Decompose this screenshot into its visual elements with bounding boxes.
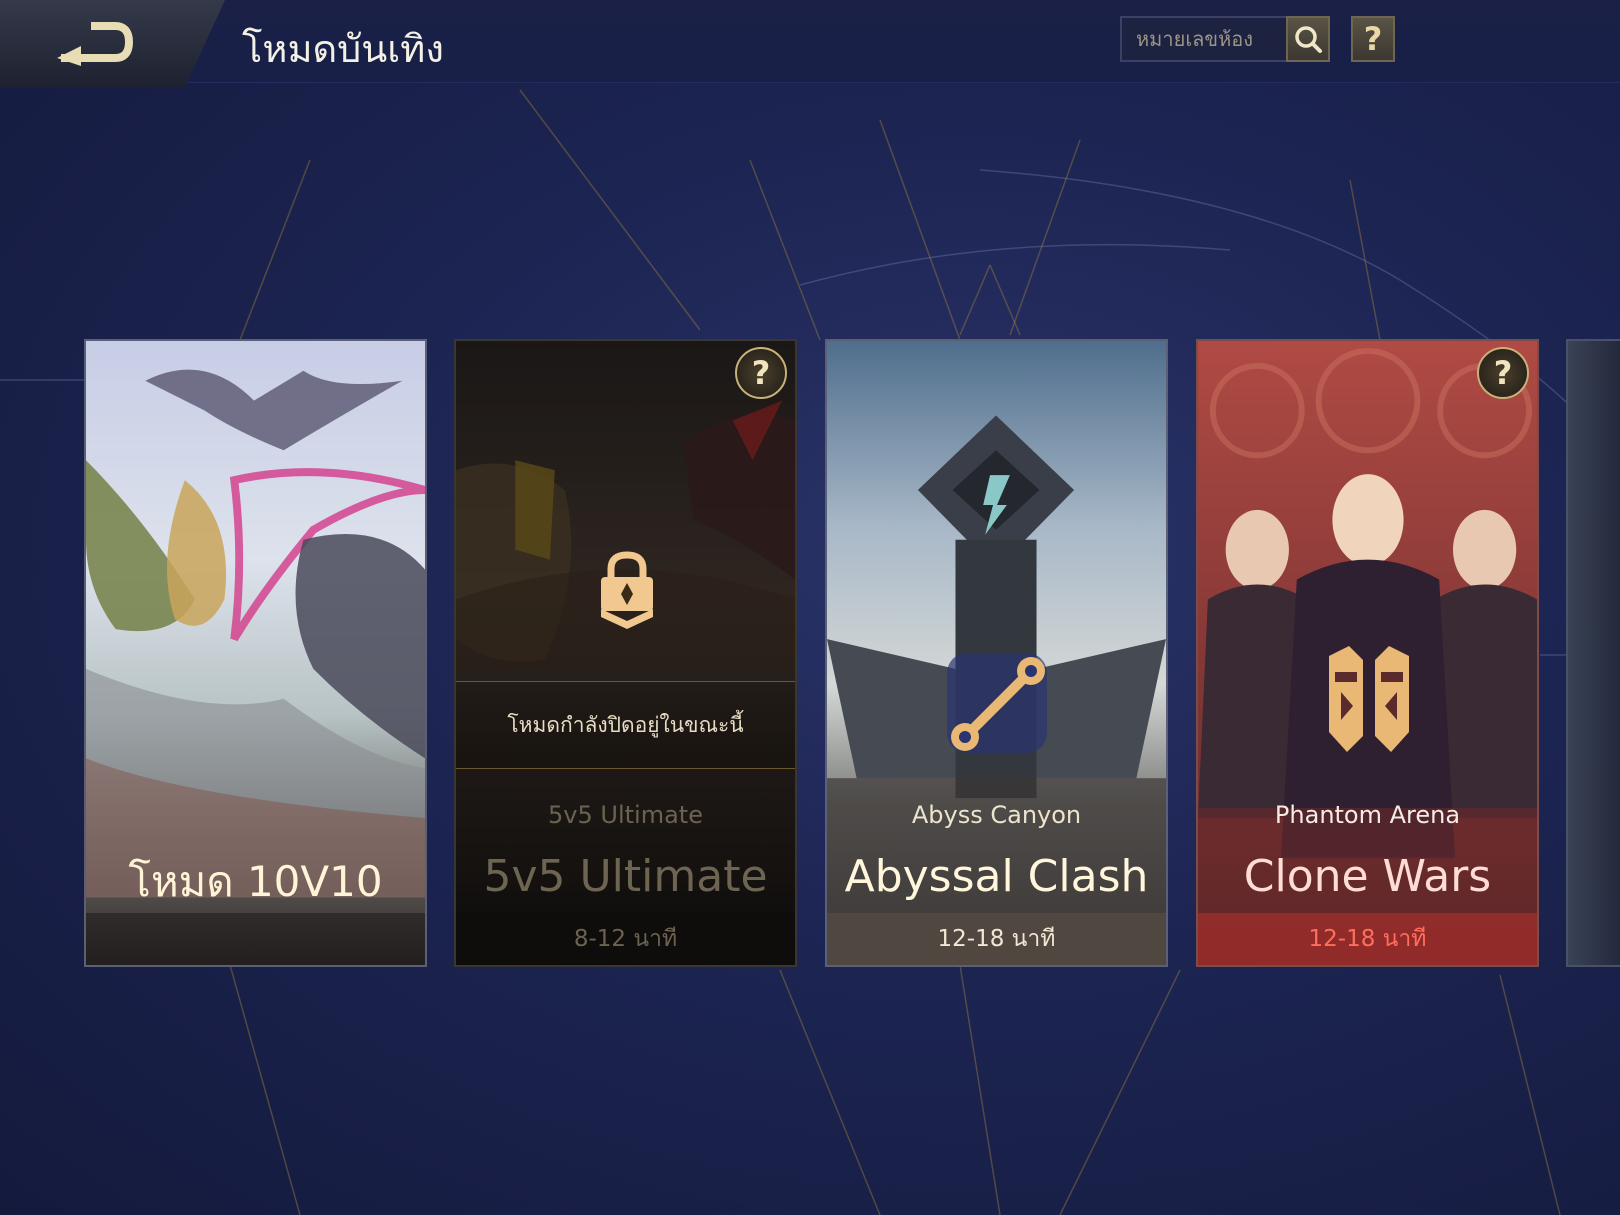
mode-name: Clone Wars: [1243, 851, 1492, 902]
link-icon: [947, 653, 1047, 753]
mode-map-name: 5v5 Ultimate: [548, 801, 703, 829]
search-icon: [1295, 26, 1322, 53]
mode-card-next-partial[interactable]: [1566, 339, 1620, 967]
page-title: โหมดบันเทิง: [242, 27, 444, 71]
clone-mask-icon: [1329, 646, 1409, 752]
mode-map-name: Abyss Canyon: [911, 801, 1082, 829]
mode-name: โหมด 10V10: [128, 857, 383, 906]
mode-card-abyssal-clash[interactable]: Abyss Canyon Abyssal Clash 12-18 นาที: [825, 339, 1168, 967]
search-input[interactable]: [1122, 18, 1286, 60]
back-arrow-icon: [57, 22, 133, 66]
help-button[interactable]: ?: [1351, 16, 1395, 62]
mode-card-clone-wars[interactable]: ? Phantom Arena Clone Wars 12-18 นาที: [1196, 339, 1539, 967]
room-number-search: [1120, 16, 1288, 62]
mode-closed-message: โหมดกำลังปิดอยู่ในขณะนี้: [456, 681, 795, 769]
help-icon[interactable]: ?: [735, 347, 787, 399]
mode-duration: 12-18 นาที: [1198, 913, 1537, 965]
mode-footer: [86, 913, 425, 965]
mode-map-name: Phantom Arena: [1274, 801, 1461, 829]
mode-card-5v5-ultimate[interactable]: โหมดกำลังปิดอยู่ในขณะนี้ ? 5v5 Ultimate …: [454, 339, 797, 967]
lock-icon: [601, 551, 653, 629]
mode-name: 5v5 Ultimate: [483, 851, 768, 902]
mode-duration: 8-12 นาที: [456, 913, 795, 965]
mode-name: Abyssal Clash: [844, 851, 1149, 902]
help-icon[interactable]: ?: [1477, 347, 1529, 399]
mode-card-10v10[interactable]: โหมด 10V10: [84, 339, 427, 967]
search-button[interactable]: [1286, 16, 1330, 62]
mode-duration: 12-18 นาที: [827, 913, 1166, 965]
help-icon: ?: [1363, 20, 1383, 58]
